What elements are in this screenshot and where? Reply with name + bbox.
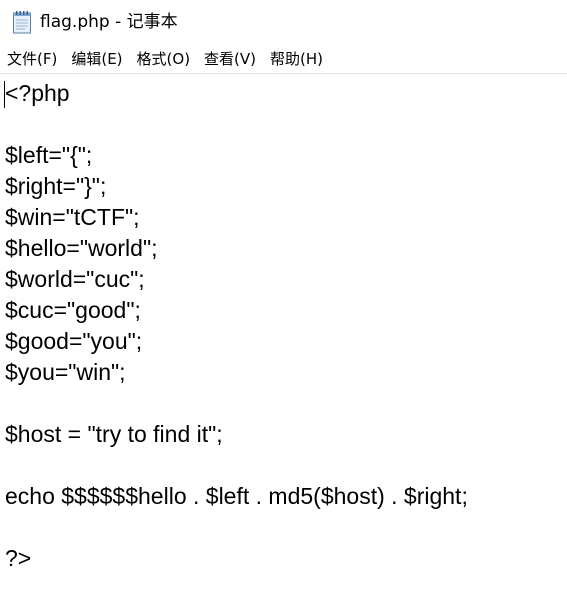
menu-help[interactable]: 帮助(H) — [263, 46, 330, 72]
code-line: $host = "try to find it"; — [5, 421, 223, 447]
code-line: $world="cuc"; — [5, 266, 145, 292]
menu-view[interactable]: 查看(V) — [197, 46, 263, 72]
menu-file[interactable]: 文件(F) — [0, 46, 64, 72]
code-line: $win="tCTF"; — [5, 204, 140, 230]
code-line: echo $$$$$$hello . $left . md5($host) . … — [5, 483, 468, 509]
code-line: ?> — [5, 545, 32, 571]
menu-bar: 文件(F) 编辑(E) 格式(O) 查看(V) 帮助(H) — [0, 44, 567, 74]
menu-edit[interactable]: 编辑(E) — [64, 46, 129, 72]
text-editor[interactable]: <?php $left="{"; $right="}"; $win="tCTF"… — [0, 75, 567, 596]
code-line: $good="you"; — [5, 328, 143, 354]
code-line: $you="win"; — [5, 359, 126, 385]
code-line: <?php — [5, 80, 70, 106]
window-title: flag.php - 记事本 — [40, 12, 178, 32]
code-line: $cuc="good"; — [5, 297, 141, 323]
code-line: $right="}"; — [5, 173, 107, 199]
menu-format[interactable]: 格式(O) — [130, 46, 198, 72]
notepad-icon — [13, 11, 31, 34]
code-line: $left="{"; — [5, 142, 93, 168]
code-line: $hello="world"; — [5, 235, 158, 261]
title-bar: flag.php - 记事本 — [0, 0, 567, 44]
